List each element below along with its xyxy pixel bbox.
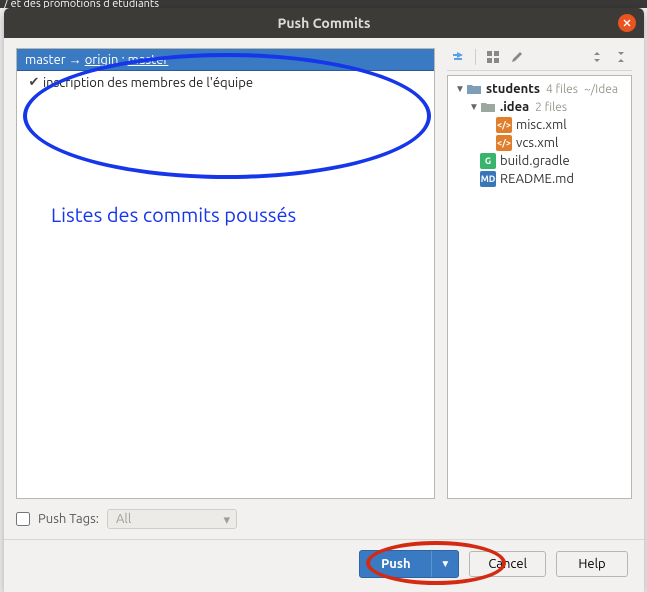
expand-icon[interactable] [588,48,606,66]
markdown-icon: MD [480,171,496,187]
dialog-content: master → origin : master ✔ inscription d… [4,38,644,592]
button-row: Push ▼ Cancel Help [16,550,632,580]
push-tags-label: Push Tags: [38,512,99,526]
caret-down-icon[interactable]: ▼ [468,101,480,113]
close-button[interactable] [618,14,636,32]
push-commits-dialog: Push Commits master → origin : master ✔ … [4,8,644,592]
push-tags-row: Push Tags: All [16,509,632,529]
commit-row[interactable]: ✔ inscription des membres de l'équipe [17,71,434,94]
tree-file-misc[interactable]: </> misc.xml [450,116,629,134]
local-branch: master [25,53,66,67]
tutorial-annotation-text: Listes des commits poussés [51,203,296,226]
tree-file-vcs[interactable]: </> vcs.xml [450,134,629,152]
dialog-title: Push Commits [277,15,370,31]
commits-pane[interactable]: master → origin : master ✔ inscription d… [16,48,435,499]
push-button[interactable]: Push ▼ [359,550,459,578]
branch-row[interactable]: master → origin : master [17,49,434,71]
group-icon[interactable] [484,48,502,66]
remote-branch-link[interactable]: master [128,53,169,67]
refresh-icon[interactable] [449,48,467,66]
close-icon [623,19,631,27]
commit-check-icon: ✔ [25,75,43,90]
tree-root-name: students [486,82,540,96]
push-tags-select[interactable]: All [107,509,237,529]
separator [4,539,644,540]
files-tree[interactable]: ▼ students 4 files ~/Idea ▼ .idea 2 file… [447,75,632,499]
remote-link[interactable]: origin [85,53,119,67]
title-bar: Push Commits [4,8,644,38]
collapse-icon[interactable] [612,48,630,66]
background-decor: / et des promotions d etudiants [0,0,647,8]
folder-icon [466,81,482,97]
push-tags-checkbox[interactable] [16,512,30,526]
commit-message: inscription des membres de l'équipe [43,76,253,90]
tree-file-gradle[interactable]: G build.gradle [450,152,629,170]
edit-icon[interactable] [508,48,526,66]
cancel-button[interactable]: Cancel [469,551,546,577]
files-pane: ▼ students 4 files ~/Idea ▼ .idea 2 file… [447,48,632,499]
gradle-icon: G [480,153,496,169]
files-toolbar [447,48,632,71]
xml-icon: </> [496,135,512,151]
folder-icon [480,99,496,115]
tree-file-readme[interactable]: MD README.md [450,170,629,188]
xml-icon: </> [496,117,512,133]
caret-down-icon[interactable]: ▼ [454,83,466,95]
tree-node-idea[interactable]: ▼ .idea 2 files [450,98,629,116]
tree-node-root[interactable]: ▼ students 4 files ~/Idea [450,80,629,98]
main-row: master → origin : master ✔ inscription d… [16,48,632,499]
tree-idea-name: .idea [500,100,529,114]
push-dropdown-icon[interactable]: ▼ [431,551,458,577]
help-button[interactable]: Help [556,551,628,577]
